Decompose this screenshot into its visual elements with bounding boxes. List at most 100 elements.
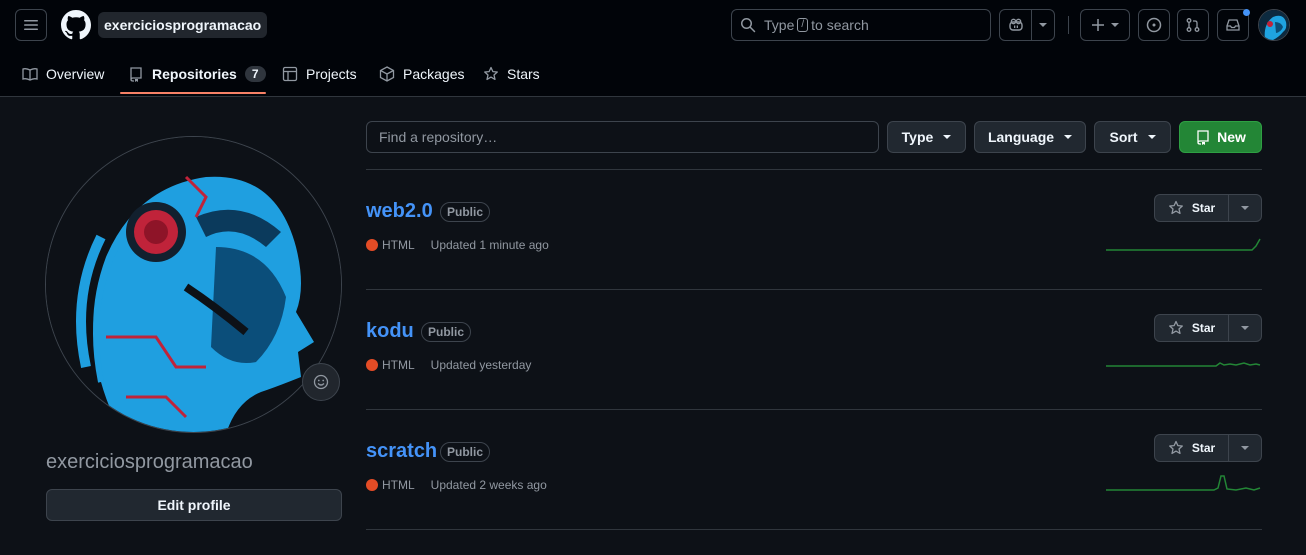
- tab-packages[interactable]: Packages: [379, 56, 464, 92]
- star-button[interactable]: Star: [1155, 435, 1229, 461]
- repo-language: HTML: [382, 238, 415, 252]
- profile-avatar[interactable]: [45, 136, 342, 433]
- owner-context-link[interactable]: exerciciosprogramacao: [98, 12, 268, 38]
- star-list-dropdown[interactable]: [1229, 195, 1261, 221]
- top-bar: exerciciosprogramacao Type / to search: [0, 8, 1306, 42]
- inbox-icon: [1226, 19, 1240, 31]
- search-prefix-text: Type: [764, 17, 795, 33]
- star-icon: [1168, 200, 1183, 215]
- book-icon: [22, 68, 38, 81]
- git-pull-request-icon: [1186, 18, 1200, 32]
- user-avatar-image: [1259, 10, 1289, 40]
- language-filter-label: Language: [987, 129, 1055, 145]
- search-suffix-text: to search: [811, 17, 869, 33]
- search-icon: [741, 18, 756, 33]
- menu-button[interactable]: [15, 9, 47, 41]
- find-repository-input[interactable]: [366, 121, 879, 153]
- repo-list-item: kodu Public HTML Updated yesterday Star: [366, 290, 1262, 410]
- star-label: Star: [1191, 441, 1216, 455]
- active-tab-indicator: [120, 92, 266, 94]
- user-avatar-button[interactable]: [1258, 9, 1290, 41]
- tab-label: Stars: [507, 66, 540, 82]
- tab-label: Repositories: [152, 66, 237, 82]
- visibility-badge: Public: [440, 442, 491, 462]
- repo-language: HTML: [382, 478, 415, 492]
- tab-label: Projects: [306, 66, 357, 82]
- language-color-dot: [366, 239, 378, 251]
- chevron-down-icon: [1111, 23, 1119, 27]
- chevron-down-icon: [1241, 326, 1249, 330]
- star-icon: [1168, 320, 1183, 335]
- profile-avatar-image: [46, 137, 341, 432]
- star-label: Star: [1191, 201, 1216, 215]
- repo-language: HTML: [382, 358, 415, 372]
- package-icon: [379, 66, 395, 82]
- table-icon: [282, 66, 298, 82]
- repo-list-item: scratch Public HTML Updated 2 weeks ago …: [366, 410, 1262, 530]
- chevron-down-icon: [1147, 135, 1156, 139]
- profile-tabs: Overview Repositories 7 Projects Package…: [0, 56, 1306, 97]
- new-repository-button[interactable]: New: [1179, 121, 1262, 153]
- star-button-group: Star: [1154, 314, 1262, 342]
- smiley-icon: [313, 374, 329, 390]
- profile-username: exerciciosprogramacao: [46, 451, 253, 473]
- global-header: exerciciosprogramacao Type / to search O…: [0, 0, 1306, 97]
- language-color-dot: [366, 479, 378, 491]
- type-filter-label: Type: [901, 129, 934, 145]
- github-logo-icon: [61, 10, 91, 40]
- activity-sparkline: [1106, 362, 1261, 367]
- search-shortcut-key: /: [797, 18, 809, 32]
- repo-count-badge: 7: [244, 66, 266, 82]
- repo-icon: [1197, 130, 1209, 145]
- language-filter-button[interactable]: Language: [974, 121, 1086, 153]
- repo-meta: HTML Updated 1 minute ago: [366, 238, 549, 252]
- repo-icon: [130, 67, 142, 82]
- activity-sparkline: [1106, 475, 1261, 491]
- issue-opened-icon: [1146, 17, 1162, 33]
- repo-name-link[interactable]: web2.0: [366, 200, 433, 223]
- star-button[interactable]: Star: [1155, 195, 1229, 221]
- create-new-button[interactable]: [1080, 9, 1130, 41]
- github-logo-link[interactable]: [60, 9, 92, 41]
- issues-button[interactable]: [1138, 9, 1170, 41]
- star-button-group: Star: [1154, 194, 1262, 222]
- header-divider: [1068, 16, 1069, 34]
- star-icon: [1168, 440, 1183, 455]
- tab-stars[interactable]: Stars: [483, 56, 540, 92]
- copilot-button-group[interactable]: [999, 9, 1055, 41]
- tab-projects[interactable]: Projects: [282, 56, 357, 92]
- star-list-dropdown[interactable]: [1229, 315, 1261, 341]
- repo-list-item: web2.0 Public HTML Updated 1 minute ago …: [366, 170, 1262, 290]
- repo-meta: HTML Updated 2 weeks ago: [366, 478, 547, 492]
- star-button[interactable]: Star: [1155, 315, 1229, 341]
- copilot-icon: [1008, 18, 1023, 31]
- set-status-button[interactable]: [302, 363, 340, 401]
- star-list-dropdown[interactable]: [1229, 435, 1261, 461]
- type-filter-button[interactable]: Type: [887, 121, 966, 153]
- edit-profile-button[interactable]: Edit profile: [46, 489, 342, 521]
- copilot-dropdown[interactable]: [1032, 23, 1054, 27]
- repo-updated: Updated 2 weeks ago: [430, 478, 547, 492]
- tab-overview[interactable]: Overview: [22, 56, 104, 92]
- tab-label: Packages: [403, 66, 465, 82]
- activity-sparkline: [1106, 238, 1261, 251]
- chevron-down-icon: [1241, 446, 1249, 450]
- chevron-down-icon: [1064, 135, 1073, 139]
- tab-repositories[interactable]: Repositories 7: [128, 56, 266, 92]
- repo-name-link[interactable]: scratch: [366, 440, 437, 463]
- chevron-down-icon: [943, 135, 952, 139]
- star-icon: [484, 66, 498, 81]
- sort-filter-button[interactable]: Sort: [1094, 121, 1171, 153]
- repo-meta: HTML Updated yesterday: [366, 358, 531, 372]
- sort-filter-label: Sort: [1109, 129, 1138, 145]
- global-search[interactable]: Type / to search: [731, 9, 991, 41]
- language-color-dot: [366, 359, 378, 371]
- copilot-button[interactable]: [1000, 10, 1032, 40]
- pull-requests-button[interactable]: [1177, 9, 1209, 41]
- divider: [366, 529, 1262, 530]
- repo-name-link[interactable]: kodu: [366, 320, 414, 343]
- repo-updated: Updated yesterday: [430, 358, 532, 372]
- plus-icon: [1092, 19, 1104, 31]
- chevron-down-icon: [1039, 23, 1047, 27]
- star-button-group: Star: [1154, 434, 1262, 462]
